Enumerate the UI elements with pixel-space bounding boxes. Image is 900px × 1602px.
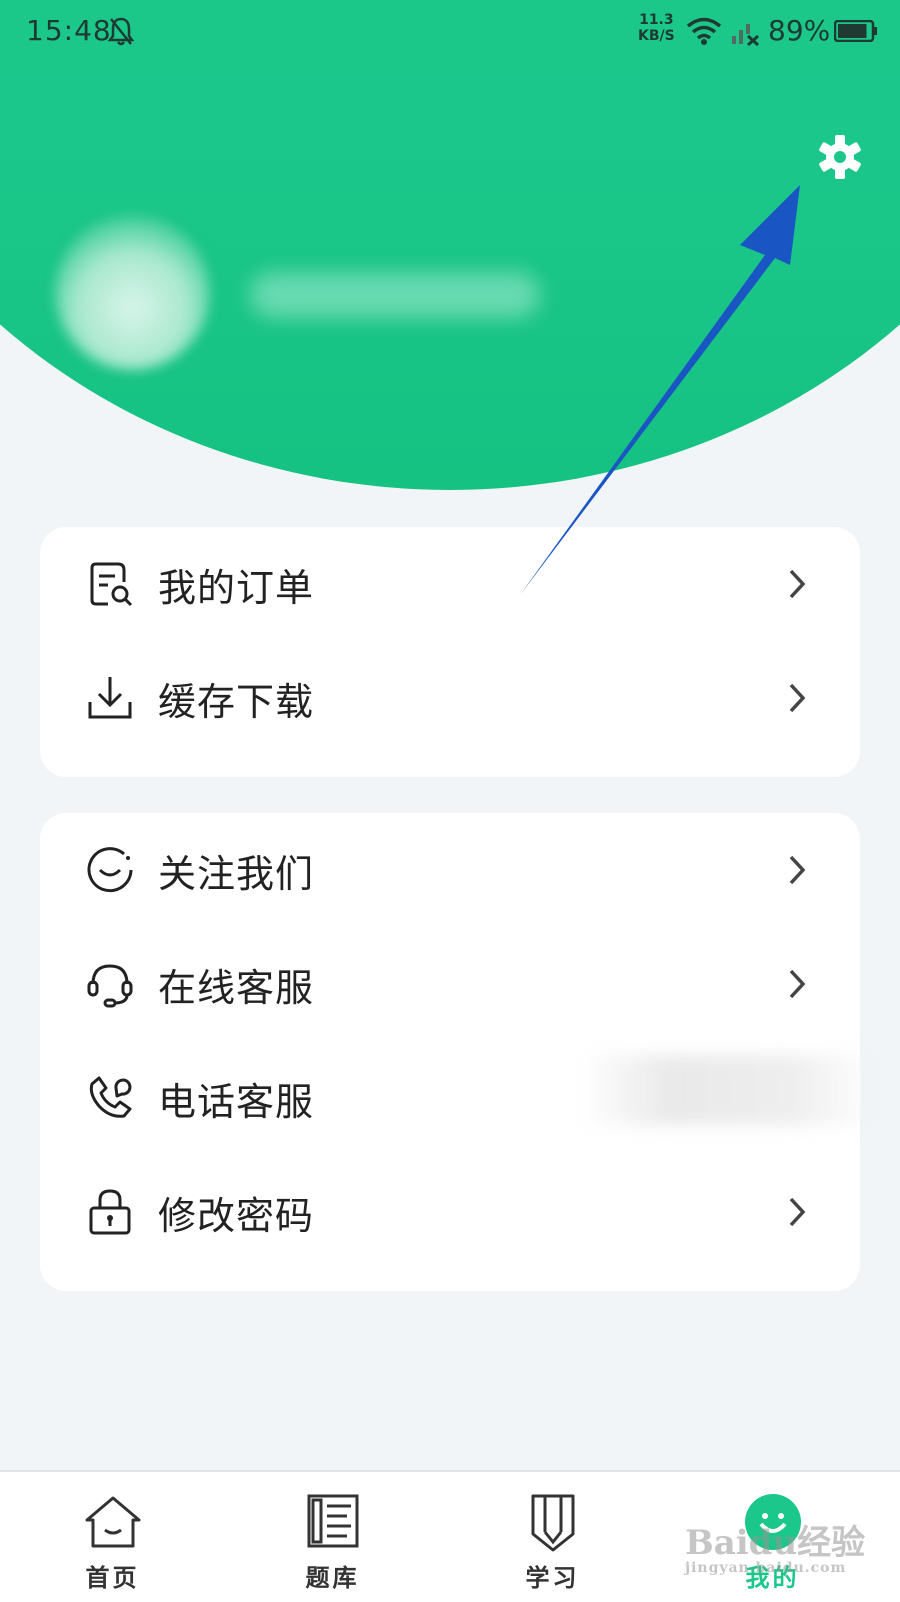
menu-card-orders: 我的订单 缓存下载 bbox=[40, 527, 860, 777]
tab-question-bank[interactable]: 题库 bbox=[220, 1472, 445, 1602]
chevron-right-icon bbox=[789, 855, 806, 885]
home-icon bbox=[85, 1496, 140, 1548]
baidu-watermark: Baidu经验 jingyan.baidu.com bbox=[685, 1515, 885, 1585]
tab-home[interactable]: 首页 bbox=[0, 1472, 225, 1602]
username-blurred[interactable] bbox=[250, 272, 540, 318]
chevron-right-icon bbox=[789, 1197, 806, 1227]
tab-label: 学习 bbox=[525, 1564, 580, 1592]
pencil-book-icon bbox=[531, 1494, 574, 1552]
menu-item-label: 关注我们 bbox=[158, 851, 315, 896]
status-time: 15:48 bbox=[26, 14, 112, 47]
menu-item-label: 在线客服 bbox=[158, 965, 315, 1010]
menu-card-services: 关注我们 在线客服 电话客服 修改密码 bbox=[40, 813, 860, 1291]
chevron-right-icon bbox=[789, 569, 806, 599]
network-speed: 11.3 KB/S bbox=[638, 12, 675, 44]
network-speed-value: 11.3 bbox=[639, 12, 674, 28]
phone-icon bbox=[89, 1076, 132, 1118]
tab-study[interactable]: 学习 bbox=[440, 1472, 665, 1602]
status-bar: 15:48 11.3 KB/S 89% bbox=[0, 0, 900, 64]
order-search-icon bbox=[90, 562, 133, 607]
network-speed-unit: KB/S bbox=[638, 28, 675, 44]
profile-header: 15:48 11.3 KB/S 89% bbox=[0, 0, 900, 500]
wifi-icon bbox=[686, 17, 722, 45]
headset-icon bbox=[87, 964, 133, 1008]
tab-label: 首页 bbox=[85, 1564, 140, 1592]
watermark-brand: Baidu经验 bbox=[685, 1523, 866, 1563]
mute-bell-icon bbox=[108, 17, 134, 46]
menu-item-my-orders[interactable]: 我的订单 bbox=[40, 527, 860, 641]
cellular-signal-icon bbox=[732, 24, 760, 46]
menu-item-follow-us[interactable]: 关注我们 bbox=[40, 813, 860, 927]
menu-item-label: 电话客服 bbox=[158, 1079, 315, 1124]
phone-number-blurred bbox=[580, 1055, 880, 1125]
menu-item-cache-download[interactable]: 缓存下载 bbox=[40, 641, 860, 755]
lock-icon bbox=[89, 1189, 131, 1235]
avatar[interactable] bbox=[55, 215, 210, 370]
menu-item-label: 修改密码 bbox=[158, 1193, 315, 1238]
battery-icon bbox=[834, 20, 877, 42]
tab-label: 题库 bbox=[305, 1564, 360, 1592]
menu-item-label: 我的订单 bbox=[158, 565, 315, 610]
chevron-right-icon bbox=[789, 683, 806, 713]
chevron-right-icon bbox=[789, 969, 806, 999]
download-icon bbox=[88, 677, 132, 719]
menu-item-label: 缓存下载 bbox=[158, 679, 315, 724]
smile-circle-icon bbox=[87, 847, 133, 893]
settings-gear-icon[interactable] bbox=[815, 132, 865, 182]
question-bank-icon bbox=[307, 1494, 358, 1548]
menu-item-change-password[interactable]: 修改密码 bbox=[40, 1155, 860, 1269]
battery-percent: 89% bbox=[768, 14, 831, 47]
menu-item-online-service[interactable]: 在线客服 bbox=[40, 927, 860, 1041]
